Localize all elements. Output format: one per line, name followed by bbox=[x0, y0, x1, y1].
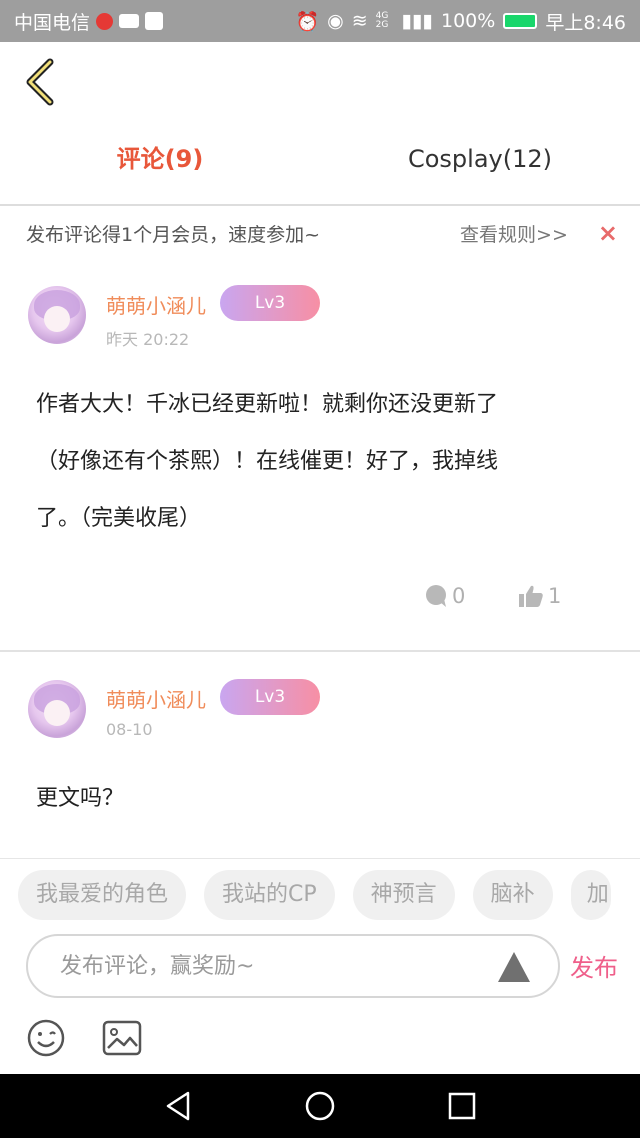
tab-comments[interactable]: 评论(9) bbox=[0, 128, 320, 190]
like-button[interactable]: 1 bbox=[518, 584, 561, 608]
nav-home-icon[interactable] bbox=[304, 1090, 336, 1122]
comment-input[interactable] bbox=[60, 946, 480, 986]
like-count: 1 bbox=[548, 584, 562, 608]
publish-button[interactable]: 发布 bbox=[570, 948, 618, 983]
carrier-name: 中国电信 bbox=[14, 11, 91, 34]
close-icon[interactable]: × bbox=[598, 219, 618, 247]
comment-line: 更文吗？ bbox=[36, 786, 125, 811]
briefcase-icon bbox=[119, 14, 140, 28]
comment-time: 昨天 20:22 bbox=[106, 330, 190, 349]
comment-line: （好像还有个茶熙）！在线催更！好了，我掉线 bbox=[36, 449, 499, 474]
clock-time: 早上8:46 bbox=[545, 11, 626, 34]
promo-notice: 发布评论得1个月会员，速度参加~ 查看规则>> × bbox=[0, 206, 640, 260]
battery-percent: 100% bbox=[441, 10, 496, 32]
level-badge: Lv3 bbox=[220, 679, 320, 715]
image-icon[interactable] bbox=[102, 1020, 142, 1056]
status-bar: 中国电信 ⏰ ◉ ≋ 4G 2G ▮▮▮ 100% 早上8:46 bbox=[0, 0, 640, 42]
nav-back-icon[interactable] bbox=[162, 1090, 194, 1122]
calendar-icon bbox=[145, 12, 164, 30]
status-left: 中国电信 bbox=[14, 8, 164, 35]
wifi-icon: ≋ bbox=[351, 10, 368, 32]
tag-chip[interactable]: 我最爱的角色 bbox=[18, 870, 187, 920]
comment-line: 作者大大！千冰已经更新啦！就剩你还没更新了 bbox=[36, 392, 499, 417]
network-type: 4G 2G bbox=[375, 11, 389, 30]
reply-button[interactable]: 0 bbox=[424, 584, 465, 608]
back-chevron-icon[interactable] bbox=[22, 56, 62, 108]
tag-chip[interactable]: 脑补 bbox=[472, 870, 553, 920]
tag-chip[interactable]: 神预言 bbox=[352, 870, 455, 920]
tab-cosplay[interactable]: Cosplay(12) bbox=[320, 128, 640, 190]
comment-text: 作者大大！千冰已经更新啦！就剩你还没更新了 （好像还有个茶熙）！在线催更！好了，… bbox=[36, 376, 616, 547]
alarm-icon: ⏰ bbox=[295, 10, 320, 33]
username[interactable]: 萌萌小涵儿 bbox=[106, 290, 206, 319]
view-rules-link[interactable]: 查看规则>> bbox=[460, 220, 568, 247]
reply-count: 0 bbox=[452, 584, 466, 608]
avatar[interactable] bbox=[28, 286, 86, 344]
thumbs-up-icon bbox=[519, 585, 543, 607]
comment-divider bbox=[0, 650, 640, 652]
avatar[interactable] bbox=[28, 680, 86, 738]
chips-divider bbox=[0, 858, 640, 859]
eye-icon: ◉ bbox=[327, 10, 344, 32]
username[interactable]: 萌萌小涵儿 bbox=[106, 684, 206, 713]
comment-input-box bbox=[26, 934, 560, 998]
notice-text: 发布评论得1个月会员，速度参加~ bbox=[26, 223, 321, 246]
comment-text: 更文吗？ bbox=[36, 770, 616, 827]
system-nav-bar bbox=[0, 1074, 640, 1138]
comment-bubble-icon bbox=[426, 585, 446, 607]
level-badge: Lv3 bbox=[220, 285, 320, 321]
tag-chip-row: 我最爱的角色 我站的CP 神预言 脑补 加 bbox=[18, 870, 611, 920]
tag-chip[interactable]: 加 bbox=[570, 870, 611, 920]
tab-bar: 评论(9) Cosplay(12) bbox=[0, 128, 640, 190]
comment-time: 08-10 bbox=[106, 720, 153, 739]
send-triangle-icon[interactable] bbox=[498, 952, 530, 982]
signal-icon: ▮▮▮ bbox=[401, 10, 433, 32]
status-right: ⏰ ◉ ≋ 4G 2G ▮▮▮ 100% 早上8:46 bbox=[295, 8, 626, 35]
emoji-icon[interactable] bbox=[26, 1018, 66, 1058]
battery-icon bbox=[503, 13, 538, 29]
nav-recent-icon[interactable] bbox=[446, 1090, 478, 1122]
video-app-icon bbox=[96, 12, 114, 30]
tag-chip[interactable]: 我站的CP bbox=[204, 870, 335, 920]
comment-line: 了。（完美收尾） bbox=[36, 506, 202, 531]
